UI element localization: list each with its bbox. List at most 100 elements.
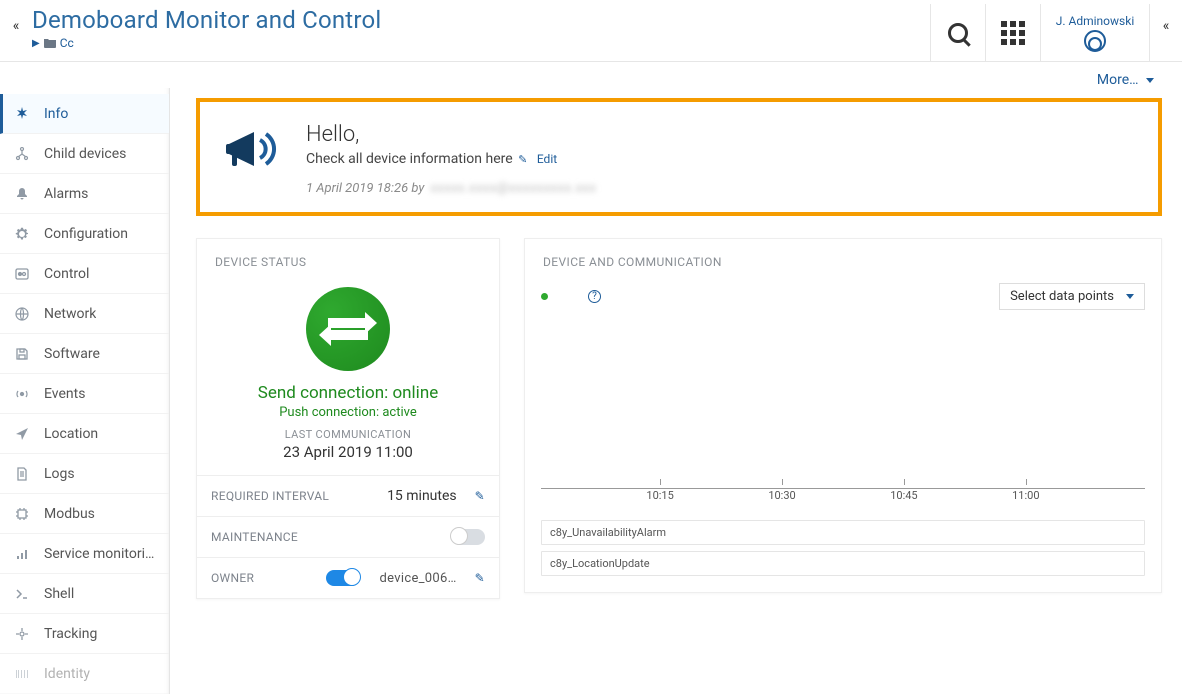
send-connection-status: Send connection: online [197,383,499,403]
collapse-left-button[interactable]: « [0,4,32,34]
sidebar-item-label: Control [44,266,89,282]
sidebar-item-alarms[interactable]: Alarms [0,174,169,214]
owner-row: OWNER device_006… ✎ [197,557,499,598]
sidebar-item-label: Logs [44,466,75,482]
topbar-actions: J. Adminowski [931,4,1150,62]
sidebar-item-configuration[interactable]: Configuration [0,214,169,254]
banner-author-blurred: xxxxx.xxxx@xxxxxxxxx.xxx [430,181,596,196]
sidebar-item-shell[interactable]: Shell [0,574,169,614]
chart-area [541,318,1145,488]
barcode-icon [14,666,30,682]
sidebar-item-label: Identity [44,666,90,682]
help-button[interactable]: ? [588,290,601,303]
user-menu[interactable]: J. Adminowski [1040,4,1150,62]
banner-subtitle: Check all device information here ✎ Edit [306,151,596,167]
megaphone-icon [224,126,284,196]
sidebar-item-events[interactable]: Events [0,374,169,414]
maintenance-toggle[interactable] [451,529,485,545]
connection-status-icon [306,287,390,371]
asterisk-icon [14,106,30,122]
comm-body: ? Select data points . 10:15 10:30 10:45 [525,277,1161,592]
caret-down-icon [1146,78,1154,83]
owner-value: device_006… [380,571,457,586]
user-name: J. Adminowski [1056,14,1134,28]
required-interval-row: REQUIRED INTERVAL 15 minutes ✎ [197,475,499,516]
search-button[interactable] [930,4,986,62]
document-icon [14,466,30,482]
sidebar-item-network[interactable]: Network [0,294,169,334]
device-status-card: DEVICE STATUS Send connection: online Pu… [196,238,500,599]
metric-row[interactable]: c8y_UnavailabilityAlarm [541,520,1145,545]
edit-owner-button[interactable]: ✎ [475,571,485,585]
sidebar-item-child-devices[interactable]: Child devices [0,134,169,174]
sidebar-item-label: Child devices [44,146,126,162]
sidebar-item-label: Tracking [44,626,97,642]
sidebar-item-label: Alarms [44,186,88,202]
layout: Info Child devices Alarms Configuration … [0,88,1182,694]
banner-text: Hello, Check all device information here… [306,122,596,196]
push-connection-status: Push connection: active [197,405,499,420]
sidebar-item-label: Location [44,426,98,442]
sidebar-item-location[interactable]: Location [0,414,169,454]
crosshair-icon [14,626,30,642]
last-communication-value: 23 April 2019 11:00 [197,443,499,461]
sidebar-item-logs[interactable]: Logs [0,454,169,494]
time-tick: 10:30 [768,489,795,502]
floppy-icon [14,346,30,362]
apps-button[interactable] [985,4,1041,62]
sidebar-item-info[interactable]: Info [0,94,169,134]
signal-icon [14,386,30,402]
select-data-points-dropdown[interactable]: Select data points [999,283,1145,310]
edit-interval-button[interactable]: ✎ [475,489,485,503]
time-tick: 11:00 [1012,489,1039,502]
sidebar-item-label: Shell [44,586,74,602]
maintenance-label: MAINTENANCE [211,530,298,544]
more-label: More… [1097,72,1139,88]
banner-meta: 1 April 2019 18:26 by xxxxx.xxxx@xxxxxxx… [306,181,596,196]
comm-toolbar: ? Select data points [541,283,1145,310]
sidebar-item-label: Modbus [44,506,95,522]
action-bar: More… [0,62,1182,88]
time-tick: 10:45 [890,489,917,502]
welcome-banner: Hello, Check all device information here… [196,98,1162,216]
card-header: DEVICE STATUS [197,239,499,277]
breadcrumb[interactable]: ▶ Cc [32,36,381,50]
sidebar-item-label: Events [44,386,85,402]
sidebar-item-service-monitoring[interactable]: Service monitori… [0,534,169,574]
user-avatar-icon [1084,30,1106,52]
folder-icon [44,38,56,48]
last-communication-label: LAST COMMUNICATION [197,428,499,441]
sidebar-item-modbus[interactable]: Modbus [0,494,169,534]
globe-icon [14,306,30,322]
bars-icon [14,546,30,562]
sidebar: Info Child devices Alarms Configuration … [0,88,170,694]
edit-link[interactable]: Edit [537,152,557,166]
owner-toggle[interactable] [326,570,360,586]
caret-down-icon [1126,294,1134,299]
sidebar-item-software[interactable]: Software [0,334,169,374]
card-header: DEVICE AND COMMUNICATION [525,239,1161,277]
sidebar-item-tracking[interactable]: Tracking [0,614,169,654]
sidebar-item-label: Network [44,306,96,322]
cards-row: DEVICE STATUS Send connection: online Pu… [196,238,1162,599]
gear-icon [14,226,30,242]
sidebar-item-identity[interactable]: Identity [0,654,169,694]
content: Hello, Check all device information here… [170,88,1182,694]
topbar: « Demoboard Monitor and Control ▶ Cc J. … [0,0,1182,62]
device-communication-card: DEVICE AND COMMUNICATION ? Select data p… [524,238,1162,593]
maintenance-row: MAINTENANCE [197,516,499,557]
terminal-icon [14,586,30,602]
chip-icon [14,506,30,522]
time-tick: 10:15 [646,489,673,502]
bell-icon [14,186,30,202]
metric-row[interactable]: c8y_LocationUpdate [541,551,1145,576]
time-axis: . 10:15 10:30 10:45 11:00 . [541,488,1145,514]
sidebar-item-control[interactable]: Control [0,254,169,294]
pencil-icon: ✎ [518,153,527,166]
collapse-right-button[interactable]: « [1150,4,1182,34]
status-dot-icon [541,293,548,300]
sidebar-item-label: Software [44,346,100,362]
banner-title: Hello, [306,122,596,147]
more-menu[interactable]: More… [1097,72,1154,88]
control-icon [14,266,30,282]
